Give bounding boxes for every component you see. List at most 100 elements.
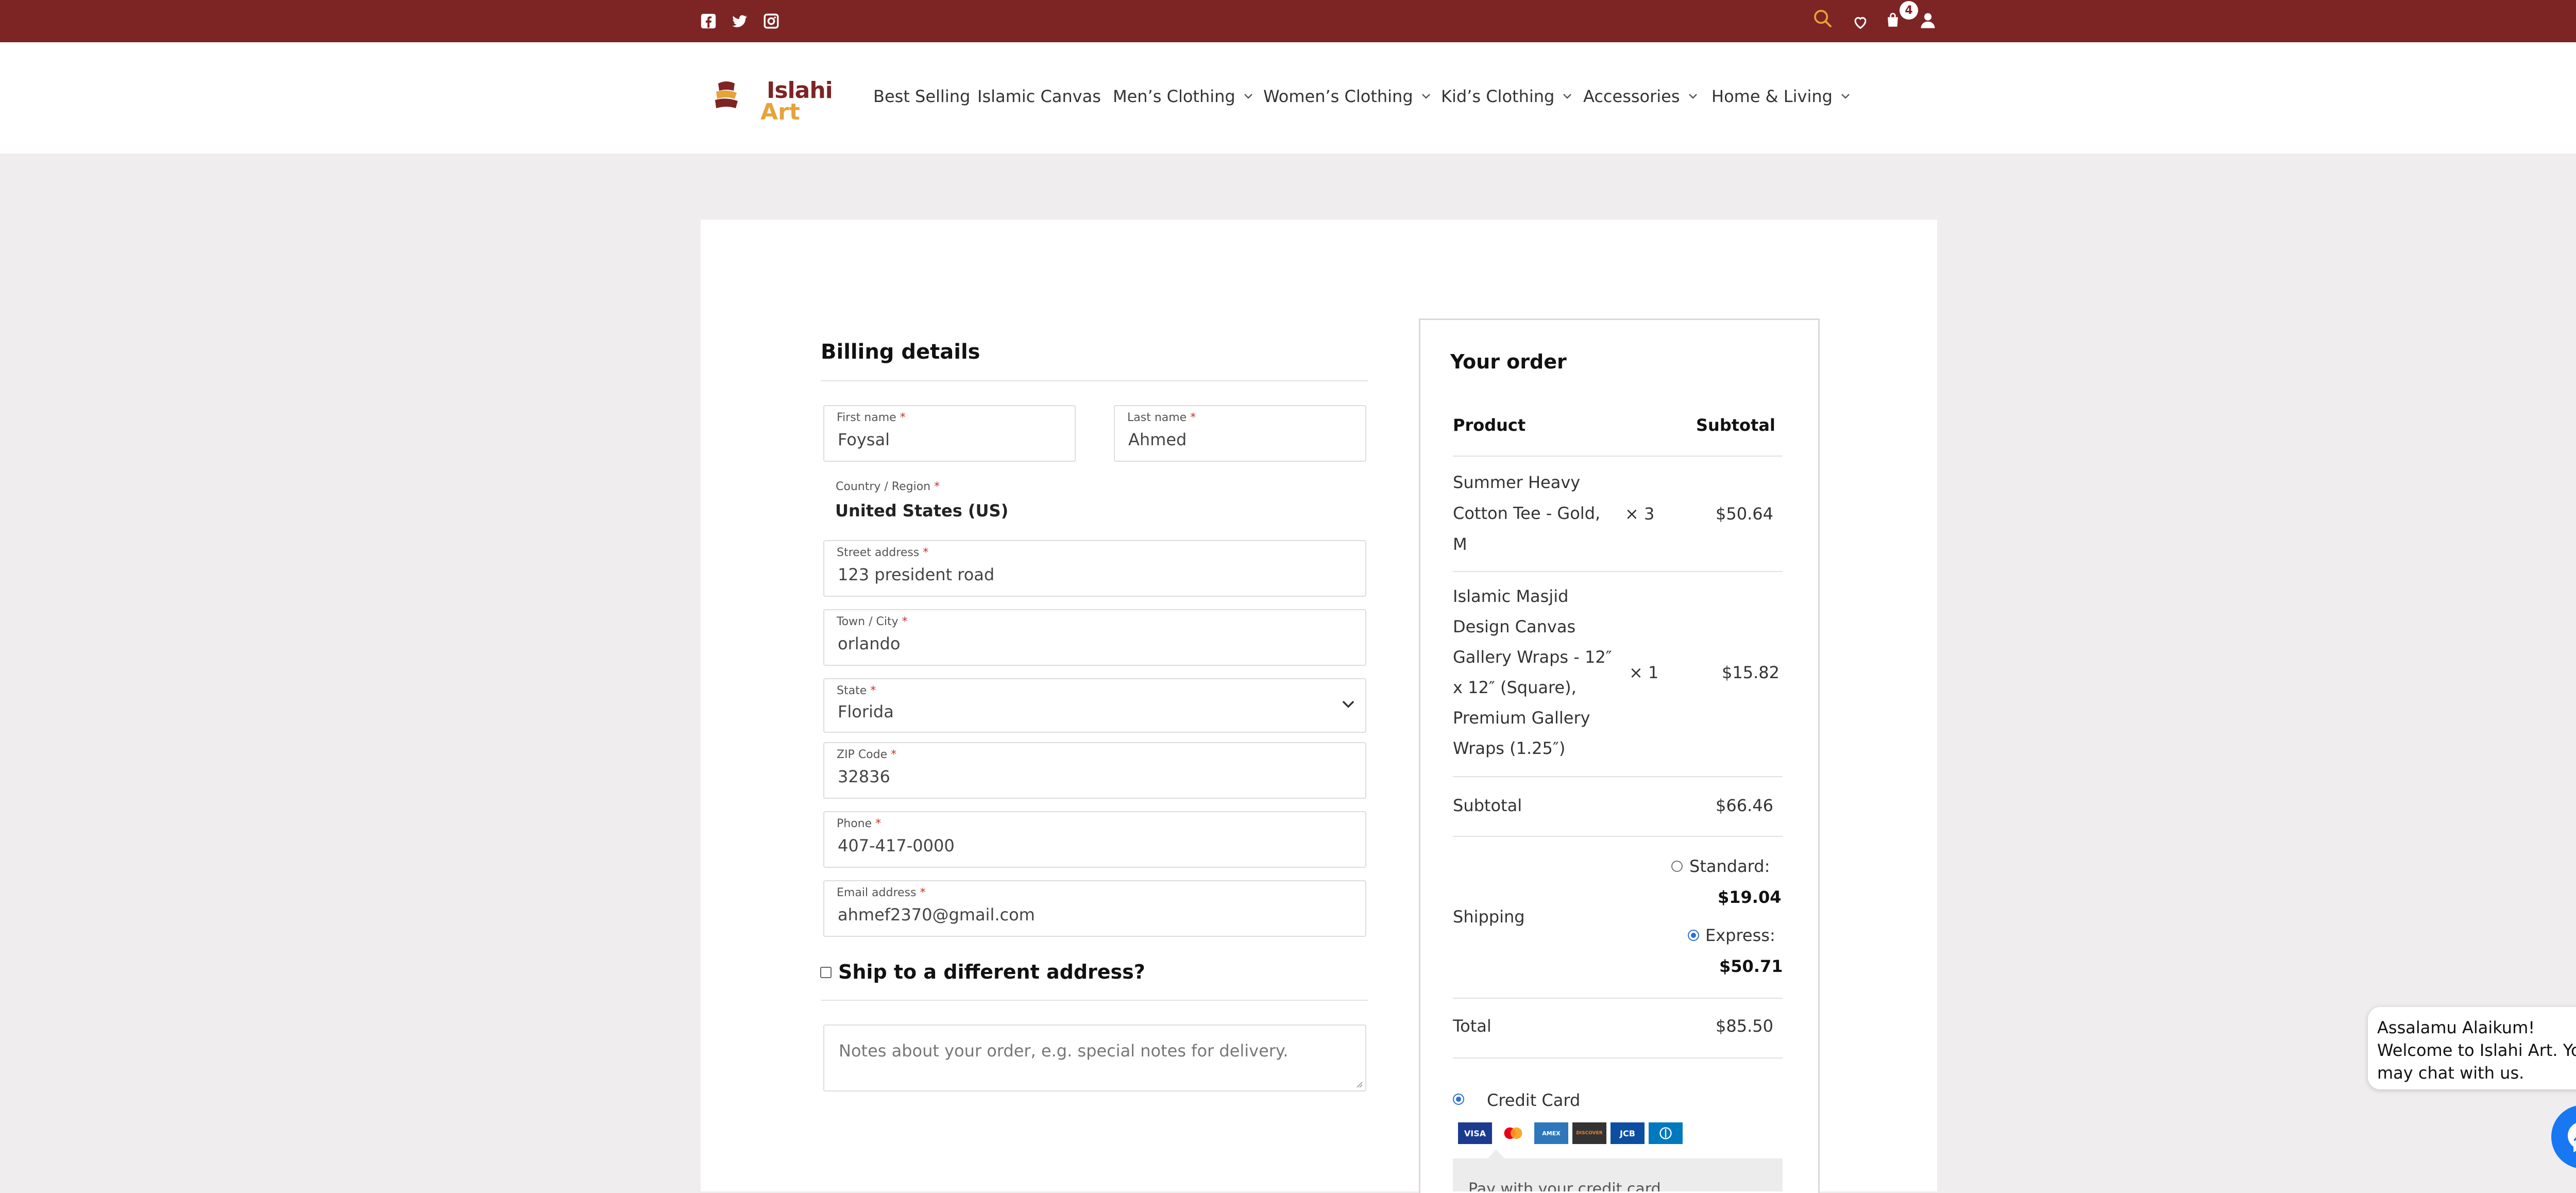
messenger-icon <box>2568 1123 2576 1152</box>
amex-icon: AMEX <box>1534 1122 1568 1144</box>
phone-value: 407-417-0000 <box>838 836 955 855</box>
divider <box>1453 456 1783 457</box>
chevron-down-icon <box>1421 94 1430 99</box>
your-order-title: Your order <box>1450 350 1567 373</box>
zip-code-field[interactable]: ZIP Code * 32836 <box>823 742 1366 799</box>
nav-accessories[interactable]: Accessories <box>1583 87 1698 106</box>
state-label: State * <box>837 684 876 697</box>
phone-label: Phone * <box>837 817 882 830</box>
last-name-label: Last name * <box>1127 411 1196 424</box>
street-address-label: Street address * <box>837 546 929 559</box>
country-label: Country / Region * <box>836 480 940 493</box>
visa-icon: VISA <box>1458 1122 1492 1144</box>
divider <box>821 1000 1368 1001</box>
nav-islamic-canvas[interactable]: Islamic Canvas <box>977 87 1101 106</box>
email-value: ahmef2370@gmail.com <box>838 905 1035 925</box>
divider <box>1453 776 1783 777</box>
nav-womens-clothing[interactable]: Women’s Clothing <box>1263 87 1431 106</box>
mastercard-icon <box>1496 1122 1530 1144</box>
cart-count-badge: 4 <box>1900 1 1918 20</box>
payment-description: Pay with your credit card <box>1468 1180 1661 1191</box>
nav-home-living[interactable]: Home & Living <box>1711 87 1850 106</box>
logo-text-art: Art <box>760 99 800 125</box>
top-bar: 4 <box>0 0 2576 42</box>
shipping-express-label: Express: <box>1705 926 1775 945</box>
country-value: United States (US) <box>835 501 1009 520</box>
total-value: $85.50 <box>1716 1016 1773 1036</box>
nav-label: Kid’s Clothing <box>1441 87 1555 106</box>
shipping-express-radio[interactable] <box>1688 930 1699 941</box>
city-label: Town / City * <box>837 615 908 628</box>
jcb-icon: JCB <box>1611 1122 1645 1144</box>
order-item-price: $15.82 <box>1722 663 1780 682</box>
subtotal-value: $66.46 <box>1716 796 1773 815</box>
nav-label: Home & Living <box>1711 87 1833 106</box>
phone-field[interactable]: Phone * 407-417-0000 <box>823 811 1366 868</box>
first-name-field[interactable]: First name * Foysal <box>823 405 1076 462</box>
chevron-down-icon <box>1342 700 1354 708</box>
nav-best-selling[interactable]: Best Selling <box>873 87 970 106</box>
chat-greeting-text: Assalamu Alaikum! Welcome to Islahi Art.… <box>2377 1018 2576 1083</box>
nav-label: Best Selling <box>873 87 971 106</box>
search-icon[interactable] <box>1812 8 1833 29</box>
city-value: orlando <box>838 634 901 653</box>
chevron-down-icon <box>1563 94 1572 99</box>
order-item-qty: × 3 <box>1625 504 1655 524</box>
city-field[interactable]: Town / City * orlando <box>823 609 1366 666</box>
divider <box>1453 571 1783 572</box>
shipping-standard-label: Standard: <box>1689 856 1770 876</box>
last-name-field[interactable]: Last name * Ahmed <box>1114 405 1366 462</box>
street-address-value: 123 president road <box>838 565 995 584</box>
subtotal-column-header: Subtotal <box>1696 415 1775 435</box>
heart-icon[interactable] <box>1852 13 1869 31</box>
chevron-down-icon <box>1244 94 1252 99</box>
nav-mens-clothing[interactable]: Men’s Clothing <box>1113 87 1253 106</box>
twitter-icon[interactable] <box>731 12 748 30</box>
nav-label: Islamic Canvas <box>977 87 1101 106</box>
billing-details-title: Billing details <box>821 340 980 364</box>
first-name-label: First name * <box>837 411 906 424</box>
cart-icon[interactable] <box>1884 11 1902 29</box>
credit-card-radio[interactable] <box>1453 1094 1464 1105</box>
first-name-value: Foysal <box>838 430 890 449</box>
facebook-icon[interactable] <box>700 12 717 30</box>
subtotal-label: Subtotal <box>1453 796 1522 815</box>
payment-box-pointer <box>1488 1149 1504 1158</box>
nav-label: Accessories <box>1583 87 1680 106</box>
payment-description-box: Pay with your credit card <box>1453 1158 1783 1191</box>
order-notes-textarea[interactable]: Notes about your order, e.g. special not… <box>823 1024 1366 1091</box>
zip-code-value: 32836 <box>838 767 890 786</box>
divider <box>821 380 1368 381</box>
credit-card-label: Credit Card <box>1487 1090 1581 1110</box>
chevron-down-icon <box>1841 94 1850 99</box>
state-select[interactable]: State * Florida <box>823 678 1366 733</box>
shipping-standard-price: $19.04 <box>1718 887 1782 907</box>
street-address-field[interactable]: Street address * 123 president road <box>823 540 1366 597</box>
last-name-value: Ahmed <box>1128 430 1187 449</box>
divider <box>1453 836 1783 837</box>
order-item-qty: × 1 <box>1629 663 1659 682</box>
shipping-standard-radio[interactable] <box>1671 861 1683 872</box>
nav-label: Men’s Clothing <box>1113 87 1235 106</box>
email-field[interactable]: Email address * ahmef2370@gmail.com <box>823 880 1366 937</box>
discover-icon: DISCOVER <box>1572 1122 1606 1144</box>
divider <box>1453 998 1783 999</box>
divider <box>1453 1057 1783 1058</box>
email-label: Email address * <box>837 886 926 899</box>
order-item-price: $50.64 <box>1716 504 1773 524</box>
chevron-down-icon <box>1688 94 1697 99</box>
ship-different-checkbox[interactable] <box>820 967 832 978</box>
ship-different-label: Ship to a different address? <box>838 961 1145 983</box>
state-value: Florida <box>838 702 894 721</box>
instagram-icon[interactable] <box>762 12 780 30</box>
nav-label: Women’s Clothing <box>1263 87 1413 106</box>
zip-code-label: ZIP Code * <box>837 748 897 761</box>
user-icon[interactable] <box>1919 11 1937 29</box>
order-item-name: Summer Heavy Cotton Tee - Gold, M <box>1453 473 1601 554</box>
messenger-chat-button[interactable] <box>2551 1105 2576 1169</box>
nav-kids-clothing[interactable]: Kid’s Clothing <box>1441 87 1572 106</box>
diners-club-icon <box>1649 1122 1683 1144</box>
order-notes-placeholder: Notes about your order, e.g. special not… <box>839 1041 1289 1061</box>
resize-handle-icon[interactable] <box>1355 1080 1363 1088</box>
product-column-header: Product <box>1453 415 1526 435</box>
